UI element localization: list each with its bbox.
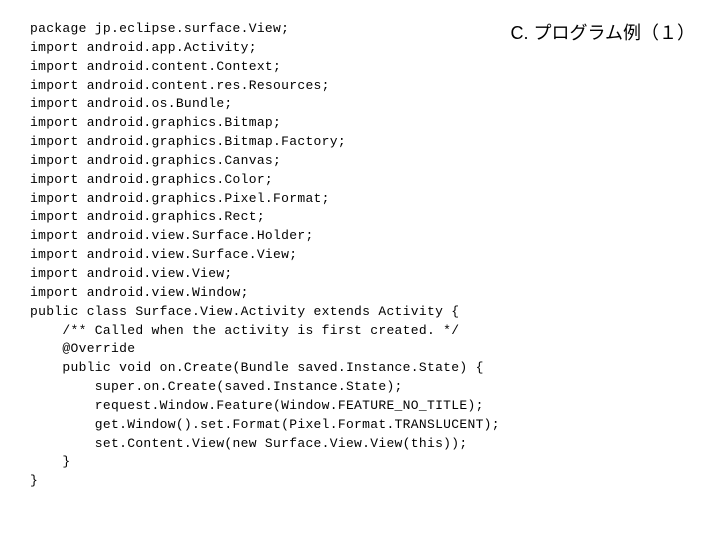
code-block: package jp.eclipse.surface.View; import … bbox=[30, 20, 700, 491]
section-heading: C. プログラム例（１） bbox=[511, 20, 695, 46]
